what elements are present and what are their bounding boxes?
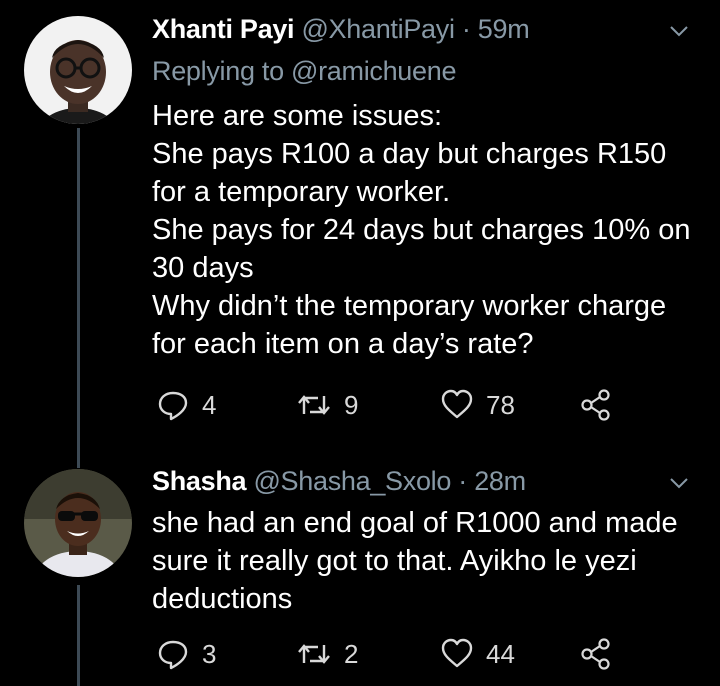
tweet-text-line: She pays for 24 days but charges 10% on [152, 214, 691, 246]
tweet-header: Shasha @Shasha_Sxolo · 28m [152, 466, 526, 497]
reply-button[interactable]: 3 [156, 637, 216, 671]
tweet-xhanti[interactable]: Xhanti Payi @XhantiPayi · 59m Replying t… [0, 0, 720, 450]
avatar[interactable] [24, 469, 132, 577]
retweet-count: 9 [344, 389, 359, 420]
retweet-count: 2 [344, 638, 359, 669]
like-icon [441, 389, 473, 419]
retweet-button[interactable]: 2 [296, 637, 358, 671]
tweet-text-line: for each item on a day’s rate? [152, 328, 534, 360]
separator-dot: · [458, 466, 467, 496]
reply-button[interactable]: 4 [156, 388, 216, 422]
reply-icon [158, 640, 188, 670]
share-icon [581, 389, 610, 421]
retweet-button[interactable]: 9 [296, 388, 358, 422]
timestamp[interactable]: 28m [474, 466, 526, 496]
tweet-header: Xhanti Payi @XhantiPayi · 59m [152, 14, 530, 45]
chevron-down-icon[interactable] [666, 470, 692, 496]
tweet-text-line: for a temporary worker. [152, 176, 451, 208]
like-icon [441, 638, 473, 668]
tweet-text-line: 30 days [152, 252, 254, 284]
tweet-text: Here are some issues: She pays R100 a da… [152, 97, 712, 363]
tweet-text: she had an end goal of R1000 and made su… [152, 504, 712, 618]
reply-icon [158, 391, 188, 421]
tweet-text-line: Why didn’t the temporary worker charge [152, 290, 667, 322]
handle[interactable]: @XhantiPayi [301, 14, 455, 44]
like-count: 78 [486, 389, 515, 420]
avatar[interactable] [24, 16, 132, 124]
tweet-text-line: she had an end goal of R1000 and made [152, 507, 678, 539]
retweet-icon [298, 395, 330, 415]
like-button[interactable]: 78 [440, 388, 515, 422]
timestamp[interactable]: 59m [478, 14, 530, 44]
share-button[interactable] [580, 637, 612, 671]
retweet-icon [298, 644, 330, 664]
like-count: 44 [486, 638, 515, 669]
reply-count: 3 [202, 638, 217, 669]
tweet-text-line: She pays R100 a day but charges R150 [152, 138, 667, 170]
like-button[interactable]: 44 [440, 637, 515, 671]
separator-dot: · [461, 14, 471, 44]
display-name[interactable]: Xhanti Payi [152, 14, 295, 44]
tweet-text-line: deductions [152, 583, 293, 615]
share-button[interactable] [580, 388, 612, 422]
share-icon [581, 638, 610, 670]
chevron-down-icon[interactable] [666, 18, 692, 44]
display-name[interactable]: Shasha [152, 466, 247, 496]
tweet-shasha[interactable]: Shasha @Shasha_Sxolo · 28m she had an en… [0, 456, 720, 686]
tweet-text-line: Here are some issues: [152, 100, 443, 132]
reply-count: 4 [202, 389, 217, 420]
tweet-text-line: sure it really got to that. Ayikho le ye… [152, 545, 637, 577]
replying-to[interactable]: Replying to @ramichuene [152, 56, 456, 87]
handle[interactable]: @Shasha_Sxolo [253, 466, 451, 496]
